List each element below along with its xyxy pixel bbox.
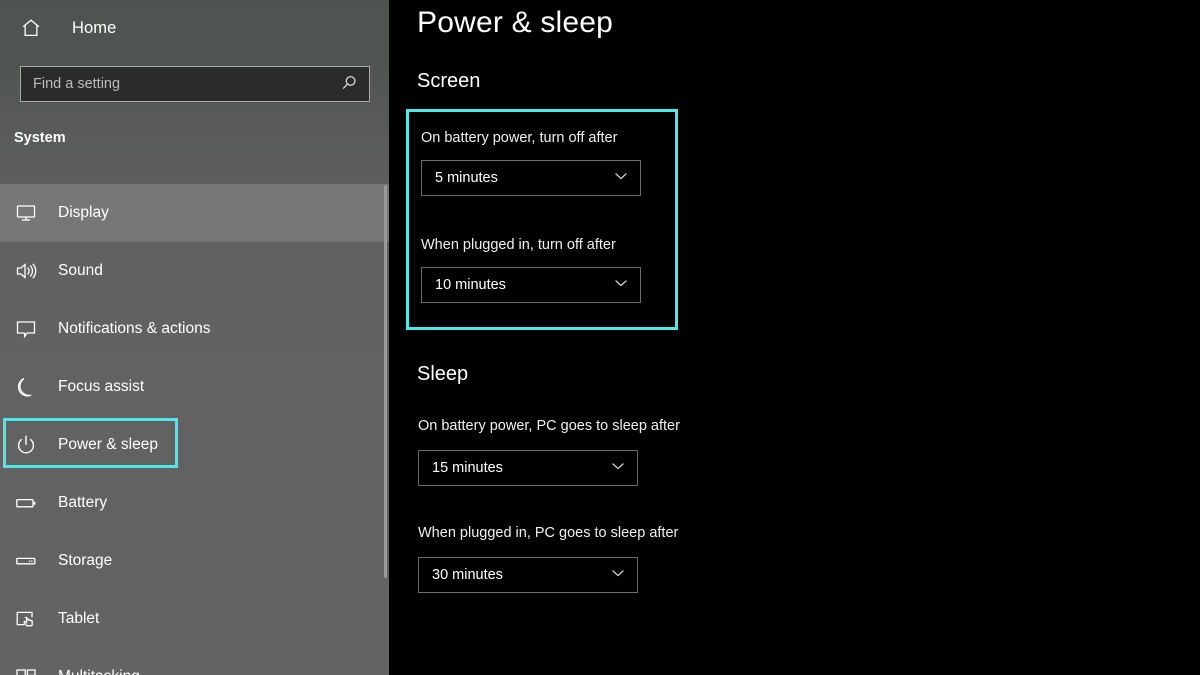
dropdown-value: 10 minutes [435, 277, 506, 293]
battery-icon [14, 491, 44, 515]
sidebar-item-storage[interactable]: Storage [0, 532, 389, 590]
settings-window: Home System [0, 0, 1200, 675]
sleep-plugged-timeout-dropdown[interactable]: 30 minutes [418, 557, 638, 593]
search-input[interactable] [21, 67, 329, 101]
sidebar-item-label: Display [58, 204, 109, 221]
sidebar-item-tablet[interactable]: Tablet [0, 590, 389, 648]
dropdown-value: 5 minutes [435, 170, 498, 186]
speech-bubble-icon [14, 317, 44, 341]
home-icon [20, 17, 50, 39]
sleep-battery-timeout-dropdown[interactable]: 15 minutes [418, 450, 638, 486]
screen-plugged-timeout-dropdown[interactable]: 10 minutes [421, 267, 641, 303]
power-icon [14, 433, 44, 457]
sidebar-item-label: Multitasking [58, 668, 140, 675]
chevron-down-icon [609, 564, 627, 587]
sidebar-home-link[interactable]: Home [0, 8, 389, 48]
sidebar-item-multitasking[interactable]: Multitasking [0, 648, 389, 675]
storage-icon [14, 549, 44, 573]
sidebar-section-title: System [14, 130, 66, 146]
tablet-hand-icon [14, 607, 44, 631]
sidebar-item-label: Battery [58, 494, 108, 511]
multitasking-icon [14, 665, 44, 675]
sidebar-item-label: Focus assist [58, 378, 145, 395]
sidebar-item-focus-assist[interactable]: Focus assist [0, 358, 389, 416]
screen-section-heading: Screen [417, 70, 481, 92]
sidebar-item-label: Notifications & actions [58, 320, 211, 337]
sleep-battery-label: On battery power, PC goes to sleep after [418, 418, 680, 434]
dropdown-value: 15 minutes [432, 460, 503, 476]
main-content: Power & sleep Screen On battery power, t… [389, 0, 1200, 675]
sidebar-item-sound[interactable]: Sound [0, 242, 389, 300]
sidebar-item-power-and-sleep[interactable]: Power & sleep [0, 416, 389, 474]
monitor-icon [14, 201, 44, 225]
sidebar: Home System [0, 0, 389, 675]
speaker-icon [14, 259, 44, 283]
screen-plugged-label: When plugged in, turn off after [421, 237, 616, 253]
screen-battery-timeout-dropdown[interactable]: 5 minutes [421, 160, 641, 196]
dropdown-value: 30 minutes [432, 567, 503, 583]
sidebar-item-label: Storage [58, 552, 113, 569]
search-button[interactable] [329, 67, 369, 101]
sleep-plugged-label: When plugged in, PC goes to sleep after [418, 525, 679, 541]
screen-battery-label: On battery power, turn off after [421, 130, 618, 146]
page-title: Power & sleep [417, 6, 614, 39]
chevron-down-icon [612, 274, 630, 297]
sleep-section-heading: Sleep [417, 363, 469, 385]
moon-icon [14, 375, 44, 399]
sidebar-item-label: Power & sleep [58, 436, 158, 453]
screen-settings-group: On battery power, turn off after 5 minut… [406, 109, 678, 330]
sidebar-item-label: Tablet [58, 610, 100, 627]
chevron-down-icon [612, 167, 630, 190]
search-box[interactable] [20, 66, 370, 102]
sidebar-item-battery[interactable]: Battery [0, 474, 389, 532]
sidebar-scrollbar[interactable] [384, 185, 387, 578]
search-icon [340, 74, 358, 95]
sidebar-item-notifications[interactable]: Notifications & actions [0, 300, 389, 358]
sidebar-item-label: Sound [58, 262, 103, 279]
sidebar-nav-list: Display Sound Notifications & actions Fo… [0, 184, 389, 675]
sidebar-item-display[interactable]: Display [0, 184, 389, 242]
chevron-down-icon [609, 457, 627, 480]
home-label: Home [72, 18, 117, 37]
